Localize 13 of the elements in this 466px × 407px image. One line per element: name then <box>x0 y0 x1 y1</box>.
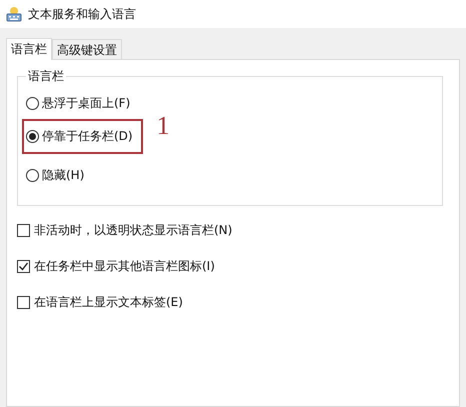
keyboard-icon <box>6 6 22 22</box>
annotation-number: 1 <box>156 111 170 141</box>
check-icon <box>18 260 29 272</box>
radio-option[interactable]: 隐藏(H) <box>22 161 92 190</box>
checkbox[interactable]: 非活动时，以透明状态显示语言栏(N) <box>17 212 443 248</box>
tab[interactable]: 语言栏 <box>6 38 52 60</box>
radio-option[interactable]: 悬浮于桌面上(F) <box>22 89 138 118</box>
checkbox[interactable]: 在任务栏中显示其他语言栏图标(I) <box>17 248 443 284</box>
group-title: 语言栏 <box>27 68 65 85</box>
radio-option[interactable]: 停靠于任务栏(D) <box>22 119 143 154</box>
window-title: 文本服务和输入语言 <box>28 6 136 22</box>
tab[interactable]: 高级键设置 <box>52 39 122 59</box>
checkbox[interactable]: 在语言栏上显示文本标签(E) <box>17 284 443 320</box>
